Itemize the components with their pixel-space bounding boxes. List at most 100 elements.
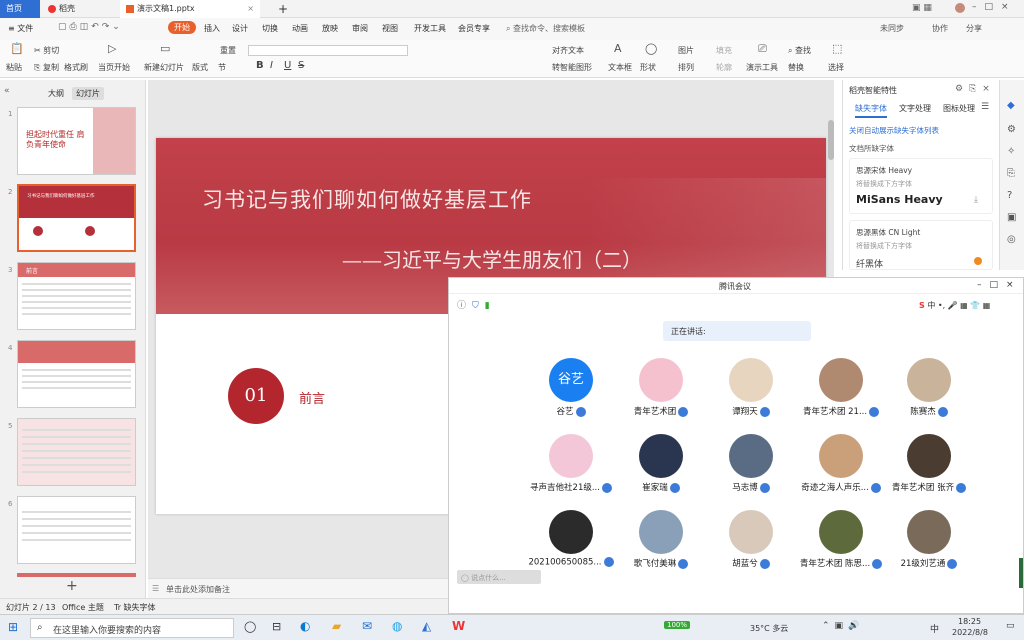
font-card[interactable]: 思源黑体 CN Light 将替换成下方字体 纤黑体 [849, 220, 993, 270]
slide-thumb-7[interactable] [17, 573, 136, 577]
section-button[interactable]: 节 [218, 62, 226, 73]
fill-button[interactable]: 填充 [716, 45, 732, 56]
slide-title[interactable]: 习书记与我们聊如何做好基层工作 [202, 184, 532, 214]
participant-tile[interactable]: 谷艺 谷艺 [527, 358, 615, 417]
replace-button[interactable]: 替换 [788, 62, 804, 73]
shape-button[interactable]: 形状 [640, 62, 656, 73]
quick-access-icons[interactable]: ▢⎙◫↶↷⌄ [58, 22, 123, 32]
underline-button[interactable]: U [284, 60, 291, 71]
menu-item-developer[interactable]: 开发工具 [414, 23, 446, 34]
find-button[interactable]: ⌕ 查找 [788, 45, 811, 56]
notes-bar[interactable]: ☰ 单击此处添加备注 [148, 578, 448, 598]
play-icon[interactable]: ▷ [108, 42, 116, 55]
share-button[interactable]: 分享 [966, 23, 982, 34]
layout-button[interactable]: 版式 [192, 62, 208, 73]
tab-document[interactable]: 演示文稿1.pptx × [120, 0, 260, 18]
help-icon[interactable]: ? [1007, 190, 1012, 201]
bold-button[interactable]: B [256, 60, 264, 71]
close-icon[interactable]: × [247, 0, 254, 18]
command-search[interactable]: ⌕ 查找命令、搜索模板 [506, 23, 585, 34]
slide-thumb-3[interactable]: 前言 [17, 262, 136, 330]
align-text-button[interactable]: 对齐文本 [552, 45, 584, 56]
participant-tile[interactable]: 青年艺术团 陈思... [797, 510, 885, 569]
wps-icon[interactable]: W [452, 619, 465, 633]
mail-icon[interactable]: ✉ [362, 619, 372, 633]
windows-start-icon[interactable]: ⊞ [8, 620, 18, 634]
widgets-icon[interactable]: ⊟ [272, 620, 281, 633]
participant-tile[interactable]: 谭翔天 [707, 358, 795, 417]
notification-icon[interactable]: ▭ [1006, 621, 1015, 631]
font-card[interactable]: 思源宋体 Heavy 将替换成下方字体 MiSans Heavy ⤓ [849, 158, 993, 214]
participant-tile[interactable]: 202100650085... [527, 510, 615, 568]
menu-item-design[interactable]: 设计 [232, 23, 248, 34]
participant-tile[interactable]: 青年艺术团 21... [797, 358, 885, 417]
copy-icon[interactable]: ⎘ [1007, 168, 1015, 179]
tab-dock[interactable]: 稻壳 [42, 0, 116, 18]
section-label[interactable]: 前言 [299, 388, 325, 407]
folder-icon[interactable]: ▰ [332, 619, 341, 633]
participant-tile[interactable]: 寻声吉他社21级... [527, 434, 615, 493]
format-painter-button[interactable]: 格式刷 [64, 62, 88, 73]
tab-icon-processing[interactable]: 图标处理 [943, 103, 975, 114]
menu-item-insert[interactable]: 插入 [204, 23, 220, 34]
avatar[interactable] [955, 3, 965, 13]
weather[interactable]: 35°C 多云 [750, 623, 788, 634]
participant-tile[interactable]: 陈赛杰 [885, 358, 973, 417]
new-tab-button[interactable]: + [272, 0, 294, 18]
meeting-info-icons[interactable]: ⓘ⛉▮ [457, 298, 496, 311]
collaborate-button[interactable]: 协作 [932, 23, 948, 34]
tab-missing-font[interactable]: 缺失字体 [855, 103, 887, 118]
star-icon[interactable]: ✧ [1007, 146, 1015, 157]
participant-tile[interactable]: 崔家瑞 [617, 434, 705, 493]
file-menu[interactable]: ≡ 文件 [8, 23, 33, 34]
slide-subtitle[interactable]: ——习近平与大学生朋友们（二） [342, 244, 642, 273]
font-selector[interactable] [248, 45, 408, 56]
slide-thumb-5[interactable] [17, 418, 136, 486]
ime-indicator[interactable]: 中 [930, 622, 939, 635]
textbox-button[interactable]: 文本框 [608, 62, 632, 73]
unsynced-status[interactable]: 未同步 [880, 23, 904, 34]
present-tools-button[interactable]: 演示工具 [746, 62, 778, 73]
window-layout-icon[interactable]: ▣ ▦ [912, 3, 932, 13]
paste-icon[interactable]: 📋 [10, 42, 24, 55]
shape-icon[interactable]: ◯ [645, 42, 657, 55]
tab-home[interactable]: 首页 [0, 0, 40, 18]
meeting-window-controls[interactable]: –□× [977, 280, 1022, 290]
participant-tile[interactable]: 青年艺术团 张齐 [885, 434, 973, 493]
window-controls[interactable]: –□× [972, 2, 1017, 12]
missing-font-status[interactable]: Tr 缺失字体 [114, 602, 156, 613]
tab-outline[interactable]: 大纲 [48, 88, 64, 99]
reset-button[interactable]: 重置 [220, 45, 236, 56]
menu-item-member[interactable]: 会员专享 [458, 23, 490, 34]
task-view-icon[interactable]: ◯ [244, 620, 256, 633]
edge-icon[interactable]: ◐ [300, 619, 310, 633]
slide-thumb-6[interactable] [17, 496, 136, 564]
collapse-icon[interactable]: « [4, 86, 10, 96]
download-icon[interactable]: ⤓ [974, 195, 978, 205]
add-slide-button[interactable]: + [66, 578, 78, 594]
picture-button[interactable]: 图片 [678, 45, 694, 56]
clock-time[interactable]: 18:25 [958, 617, 981, 626]
paste-button[interactable]: 粘贴 [6, 62, 22, 73]
menu-icon[interactable]: ☰ [981, 102, 989, 112]
new-slide-icon[interactable]: ▭ [160, 42, 170, 55]
participant-tile[interactable]: 歌飞付美琳 [617, 510, 705, 569]
cut-button[interactable]: ✂ 剪切 [34, 45, 59, 56]
italic-button[interactable]: I [270, 60, 273, 71]
taskbar-search[interactable]: ⌕ 在这里输入你要搜索的内容 [30, 618, 234, 638]
image-icon[interactable]: ▣ [1007, 212, 1016, 223]
participant-tile[interactable]: 马志博 [707, 434, 795, 493]
meeting-app-icon[interactable]: ◭ [422, 619, 431, 633]
menu-item-transition[interactable]: 切换 [262, 23, 278, 34]
slide-thumb-1[interactable]: 担起时代重任 肩负青年使命 [17, 107, 136, 175]
tray-icons[interactable]: ⌃▣🔊 [822, 621, 864, 631]
strike-button[interactable]: S [298, 60, 304, 71]
new-slide-button[interactable]: 新建幻灯片 [144, 62, 184, 73]
slide-thumb-2[interactable]: 习书记与我们聊如何做好基层工作 [17, 184, 136, 252]
meeting-scrollbar[interactable] [1019, 558, 1023, 588]
ime-toolbar[interactable]: S 中 •, 🎤 ▦ 👕 ▦ [919, 300, 1019, 314]
menu-item-animation[interactable]: 动画 [292, 23, 308, 34]
from-current-button[interactable]: 当页开始 [98, 62, 130, 73]
copy-button[interactable]: ⎘ 复制 [34, 62, 59, 73]
select-icon[interactable]: ⬚ [832, 42, 842, 55]
